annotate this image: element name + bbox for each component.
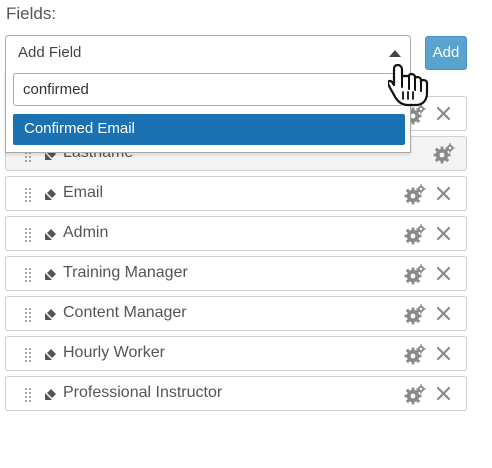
gear-icon[interactable] [404,264,426,286]
edit-icon [44,228,56,240]
caret-up-icon[interactable] [389,50,401,57]
field-name: Professional Instructor [63,384,223,401]
add-field-dropdown: Confirmed Email [5,69,411,153]
field-row-admin[interactable]: Admin [5,216,467,251]
dropdown-option-confirmed-email[interactable]: Confirmed Email [13,114,405,145]
gear-icon[interactable] [404,384,426,406]
field-name: Email [63,184,104,201]
field-row-email[interactable]: Email [5,176,467,211]
fields-label: Fields: [6,4,57,23]
drag-handle-icon[interactable] [25,388,33,402]
gear-icon[interactable] [433,143,455,165]
field-name: Training Manager [63,264,188,281]
field-row-training-manager[interactable]: Training Manager [5,256,467,291]
close-icon[interactable] [436,306,451,321]
edit-icon [44,388,56,400]
edit-icon [44,348,56,360]
close-icon[interactable] [436,266,451,281]
close-icon[interactable] [436,106,451,121]
add-field-select-label: Add Field [18,44,82,61]
gear-icon[interactable] [404,304,426,326]
field-search-input[interactable] [13,73,403,106]
edit-icon [44,268,56,280]
edit-icon [44,188,56,200]
field-name: Hourly Worker [63,344,165,361]
field-name: Content Manager [63,304,187,321]
gear-icon[interactable] [404,344,426,366]
gear-icon[interactable] [404,184,426,206]
drag-handle-icon[interactable] [25,268,33,282]
drag-handle-icon[interactable] [25,188,33,202]
close-icon[interactable] [436,346,451,361]
close-icon[interactable] [436,226,451,241]
close-icon[interactable] [436,386,451,401]
edit-icon [44,308,56,320]
add-field-select[interactable]: Add Field [5,35,411,70]
hand-cursor-icon [388,63,429,107]
drag-handle-icon[interactable] [25,308,33,322]
drag-handle-icon[interactable] [25,228,33,242]
gear-icon[interactable] [404,224,426,246]
field-name: Admin [63,224,109,241]
field-row-content-manager[interactable]: Content Manager [5,296,467,331]
close-icon[interactable] [436,186,451,201]
field-row-professional-instructor[interactable]: Professional Instructor [5,376,467,411]
drag-handle-icon[interactable] [25,348,33,362]
field-row-hourly-worker[interactable]: Hourly Worker [5,336,467,371]
